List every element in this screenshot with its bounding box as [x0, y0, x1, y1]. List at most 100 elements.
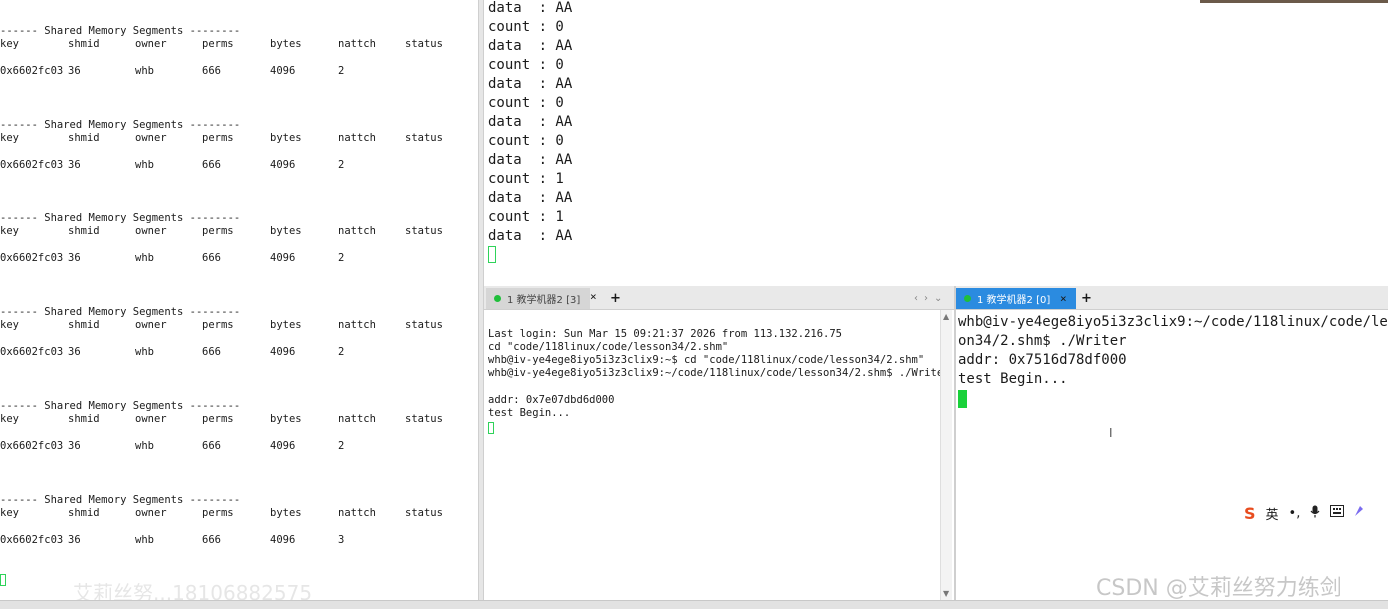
terminal-line: whb@iv-ye4ege8iyo5i3z3clix9:~/code/118li…	[488, 367, 940, 379]
shm-block: ------ Shared Memory Segments -------- k…	[0, 400, 470, 480]
cell-nattch: 2	[338, 65, 345, 77]
col-perms: perms	[202, 413, 234, 425]
col-nattch: nattch	[338, 225, 376, 237]
cell-shmid: 36	[68, 159, 81, 171]
shm-column-headers: key shmid owner perms bytes nattch statu…	[0, 319, 470, 333]
cell-key: 0x6602fc03	[0, 534, 64, 546]
terminal-line: test Begin...	[958, 371, 1068, 387]
cell-key: 0x6602fc03	[0, 65, 64, 77]
col-perms: perms	[202, 507, 234, 519]
col-owner: owner	[135, 38, 167, 50]
col-key: key	[0, 225, 19, 237]
cell-key: 0x6602fc03	[0, 440, 64, 452]
terminal-cursor	[488, 422, 494, 434]
shm-block: ------ Shared Memory Segments -------- k…	[0, 306, 470, 386]
col-owner: owner	[135, 319, 167, 331]
add-tab-button[interactable]: +	[1081, 288, 1092, 309]
terminal-session-0[interactable]: whb@iv-ye4ege8iyo5i3z3clix9:~/code/118li…	[956, 310, 1388, 600]
col-status: status	[405, 507, 443, 519]
shm-header: ------ Shared Memory Segments --------	[0, 25, 241, 37]
col-key: key	[0, 319, 19, 331]
shm-block: ------ Shared Memory Segments -------- k…	[0, 119, 470, 199]
shm-row: 0x6602fc03 36 whb 666 4096 2	[0, 440, 470, 454]
terminal-line: count : 1	[488, 209, 564, 225]
cell-shmid: 36	[68, 65, 81, 77]
col-bytes: bytes	[270, 225, 302, 237]
add-tab-button[interactable]: +	[610, 288, 621, 309]
watermark: CSDN @艾莉丝努力练剑	[1096, 576, 1342, 601]
cell-shmid: 36	[68, 346, 81, 358]
ime-toolbar[interactable]: S 英 •,	[1238, 501, 1388, 525]
tab-bar: 1 教学机器2 [3] × + ‹ › ⌄	[484, 286, 954, 310]
sogou-logo-icon[interactable]: S	[1244, 504, 1256, 523]
close-icon[interactable]: ×	[1060, 288, 1067, 309]
cell-key: 0x6602fc03	[0, 252, 64, 264]
text-cursor-icon: I	[1109, 426, 1113, 440]
terminal-cursor	[488, 246, 496, 263]
col-perms: perms	[202, 38, 234, 50]
skin-icon[interactable]	[1354, 505, 1364, 521]
col-bytes: bytes	[270, 319, 302, 331]
terminal-cursor	[0, 574, 6, 586]
chevron-left-icon[interactable]: ‹	[914, 293, 918, 304]
tab-session-3[interactable]: 1 教学机器2 [3]	[486, 288, 590, 309]
terminal-line: on34/2.shm$ ./Writer	[958, 333, 1127, 349]
shm-header: ------ Shared Memory Segments --------	[0, 119, 241, 131]
tab-label: 1 教学机器2 [0]	[977, 295, 1051, 306]
col-key: key	[0, 38, 19, 50]
col-nattch: nattch	[338, 413, 376, 425]
cell-key: 0x6602fc03	[0, 159, 64, 171]
col-perms: perms	[202, 225, 234, 237]
cell-nattch: 2	[338, 440, 345, 452]
cell-nattch: 2	[338, 159, 345, 171]
microphone-icon[interactable]	[1310, 505, 1320, 522]
terminal-line: data : AA	[488, 114, 573, 130]
keyboard-icon[interactable]	[1330, 505, 1345, 521]
col-key: key	[0, 132, 19, 144]
chevron-down-icon[interactable]: ⌄	[934, 293, 942, 304]
close-icon[interactable]: ×	[590, 286, 597, 307]
cell-perms: 666	[202, 252, 221, 264]
top-terminal-pane[interactable]: data : AA count : 0 data : AA count : 0 …	[484, 0, 1388, 286]
language-toggle[interactable]: 英	[1266, 504, 1279, 523]
shm-row: 0x6602fc03 36 whb 666 4096 3	[0, 534, 470, 548]
terminal-line: count : 0	[488, 133, 564, 149]
col-shmid: shmid	[68, 507, 100, 519]
scroll-up-icon[interactable]: ▲	[943, 312, 949, 321]
terminal-line: data : AA	[488, 0, 573, 16]
tab-label: 1 教学机器2 [3]	[507, 295, 581, 306]
tab-navigation: ‹ › ⌄	[914, 288, 942, 309]
col-shmid: shmid	[68, 132, 100, 144]
shm-column-headers: key shmid owner perms bytes nattch statu…	[0, 225, 470, 239]
cell-owner: whb	[135, 440, 154, 452]
scroll-down-icon[interactable]: ▼	[943, 589, 949, 598]
terminal-session-3[interactable]: Last login: Sun Mar 15 09:21:37 2026 fro…	[484, 310, 940, 600]
punctuation-toggle[interactable]: •,	[1289, 506, 1301, 521]
shm-block: ------ Shared Memory Segments -------- k…	[0, 25, 470, 105]
shm-column-headers: key shmid owner perms bytes nattch statu…	[0, 507, 470, 521]
cell-owner: whb	[135, 65, 154, 77]
shm-column-headers: key shmid owner perms bytes nattch statu…	[0, 413, 470, 427]
terminal-line: data : AA	[488, 38, 573, 54]
terminal-line: addr: 0x7516d78df000	[958, 352, 1127, 368]
col-nattch: nattch	[338, 507, 376, 519]
scrollbar[interactable]: ▲ ▼	[940, 310, 952, 600]
cell-bytes: 4096	[270, 346, 296, 358]
cell-nattch: 2	[338, 346, 345, 358]
col-shmid: shmid	[68, 319, 100, 331]
terminal-line: data : AA	[488, 228, 573, 244]
cell-bytes: 4096	[270, 440, 296, 452]
col-bytes: bytes	[270, 132, 302, 144]
left-terminal-pane[interactable]: ------ Shared Memory Segments -------- k…	[0, 0, 470, 600]
cell-shmid: 36	[68, 252, 81, 264]
chevron-right-icon[interactable]: ›	[924, 293, 928, 304]
cell-perms: 666	[202, 65, 221, 77]
cell-owner: whb	[135, 534, 154, 546]
tab-session-0[interactable]: 1 教学机器2 [0]	[956, 288, 1076, 309]
cell-owner: whb	[135, 159, 154, 171]
terminal-line: count : 0	[488, 57, 564, 73]
cell-nattch: 3	[338, 534, 345, 546]
terminal-line: addr: 0x7e07dbd6d000	[488, 394, 615, 406]
cell-bytes: 4096	[270, 252, 296, 264]
col-perms: perms	[202, 319, 234, 331]
